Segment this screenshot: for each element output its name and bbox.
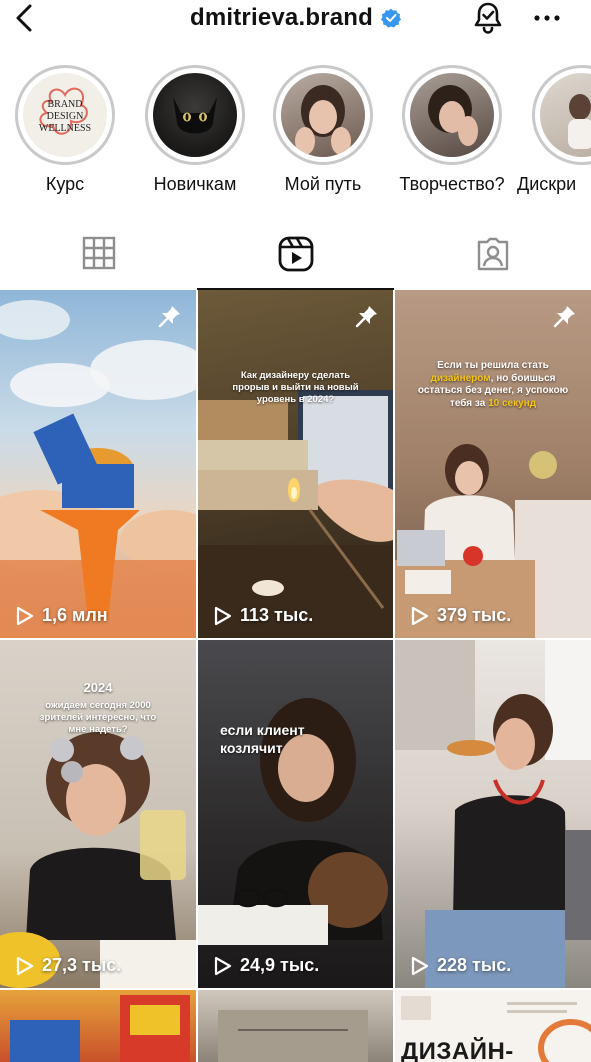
highlight-label: Творчество? xyxy=(399,174,505,194)
play-icon xyxy=(214,606,232,625)
reels-icon xyxy=(278,236,313,272)
reel-caption-title: 2024 xyxy=(83,680,113,695)
view-count: 113 тыс. xyxy=(214,605,313,626)
reel-tile[interactable]: Как дизайнеру сделать прорыв и выйти на … xyxy=(198,290,393,638)
reel-tile[interactable] xyxy=(0,990,196,1062)
reel-tile[interactable]: Если ты решила стать дизайнером, но боиш… xyxy=(395,290,591,638)
logo-line1: BRAND xyxy=(47,99,82,110)
play-icon xyxy=(411,606,429,625)
tab-reels[interactable] xyxy=(197,222,394,290)
logo-line2: DESIGN xyxy=(47,111,84,122)
highlight-ring xyxy=(402,65,502,165)
portrait-photo-icon xyxy=(540,73,591,157)
reel-thumbnail xyxy=(395,640,591,988)
profile-tabs xyxy=(0,222,591,290)
reel-tile[interactable]: 1,6 млн xyxy=(0,290,196,638)
view-count-text: 27,3 тыс. xyxy=(42,955,122,975)
brand-logo-icon: BRAND DESIGN WELLNESS xyxy=(23,73,107,157)
play-icon xyxy=(16,956,34,975)
reel-tile[interactable] xyxy=(198,990,393,1062)
reel-caption: ожидаем сегодня 2000 зрителей интересно,… xyxy=(39,700,157,735)
view-count: 379 тыс. xyxy=(411,605,511,626)
view-count-text: 1,6 млн xyxy=(42,605,108,625)
tab-tagged[interactable] xyxy=(394,222,591,290)
reel-caption: если клиент козлячит xyxy=(220,722,305,756)
view-count: 27,3 тыс. xyxy=(16,955,121,976)
view-count: 1,6 млн xyxy=(16,605,108,626)
reel-thumbnail xyxy=(198,698,388,945)
bell-icon[interactable] xyxy=(470,0,506,36)
highlight-label: Дискри xyxy=(517,174,577,194)
highlight-ring xyxy=(532,65,591,165)
profile-header: dmitrieva.brand xyxy=(0,0,591,40)
more-horizontal-icon[interactable] xyxy=(530,6,564,30)
reel-thumbnail xyxy=(395,444,591,638)
tagged-person-icon xyxy=(477,237,508,271)
view-count-text: 228 тыс. xyxy=(437,955,512,975)
reels-grid: 1,6 млн Как дизайнеру сделать прорыв и в… xyxy=(0,290,591,1062)
reel-tile[interactable]: 228 тыс. xyxy=(395,640,591,988)
highlight-label: Курс xyxy=(45,174,85,194)
username[interactable]: dmitrieva.brand xyxy=(190,4,373,32)
highlight-label: Новичкам xyxy=(153,174,237,194)
pin-icon xyxy=(553,306,575,328)
tab-grid[interactable] xyxy=(0,222,197,290)
view-count-text: 379 тыс. xyxy=(437,605,512,625)
reel-tile[interactable]: если клиент козлячит 24,9 тыс. xyxy=(198,640,393,988)
reel-thumbnail xyxy=(10,995,190,1062)
reel-caption: Как дизайнеру сделать прорыв и выйти на … xyxy=(232,370,359,405)
play-icon xyxy=(16,606,34,625)
portrait-photo-icon xyxy=(281,73,365,157)
reel-tile[interactable]: ДИЗАЙН- xyxy=(395,990,591,1062)
verified-badge-icon xyxy=(381,8,402,28)
reel-thumbnail xyxy=(218,1010,368,1062)
reel-tile[interactable]: 2024 ожидаем сегодня 2000 зрителей интер… xyxy=(0,640,196,988)
view-count: 228 тыс. xyxy=(411,955,511,976)
play-icon xyxy=(411,956,429,975)
pin-icon xyxy=(158,306,180,328)
cat-photo-icon xyxy=(153,73,237,157)
reel-thumbnail xyxy=(198,390,393,638)
portrait-photo-icon xyxy=(410,73,494,157)
reel-caption: ДИЗАЙН- xyxy=(401,1038,514,1062)
grid-icon xyxy=(82,236,115,270)
play-icon xyxy=(214,956,232,975)
highlight-ring xyxy=(145,65,245,165)
reel-caption: Если ты решила стать дизайнером, но боиш… xyxy=(417,360,569,409)
view-count: 24,9 тыс. xyxy=(214,955,319,976)
view-count-text: 24,9 тыс. xyxy=(240,955,320,975)
highlight-ring xyxy=(273,65,373,165)
logo-line3: WELLNESS xyxy=(39,123,91,134)
reel-thumbnail xyxy=(0,300,196,638)
view-count-text: 113 тыс. xyxy=(240,605,314,625)
pin-icon xyxy=(355,306,377,328)
story-highlights: BRAND DESIGN WELLNESS Курс Новичкам Мой … xyxy=(0,62,591,202)
highlight-ring: BRAND DESIGN WELLNESS xyxy=(15,65,115,165)
highlight-label: Мой путь xyxy=(284,174,362,194)
